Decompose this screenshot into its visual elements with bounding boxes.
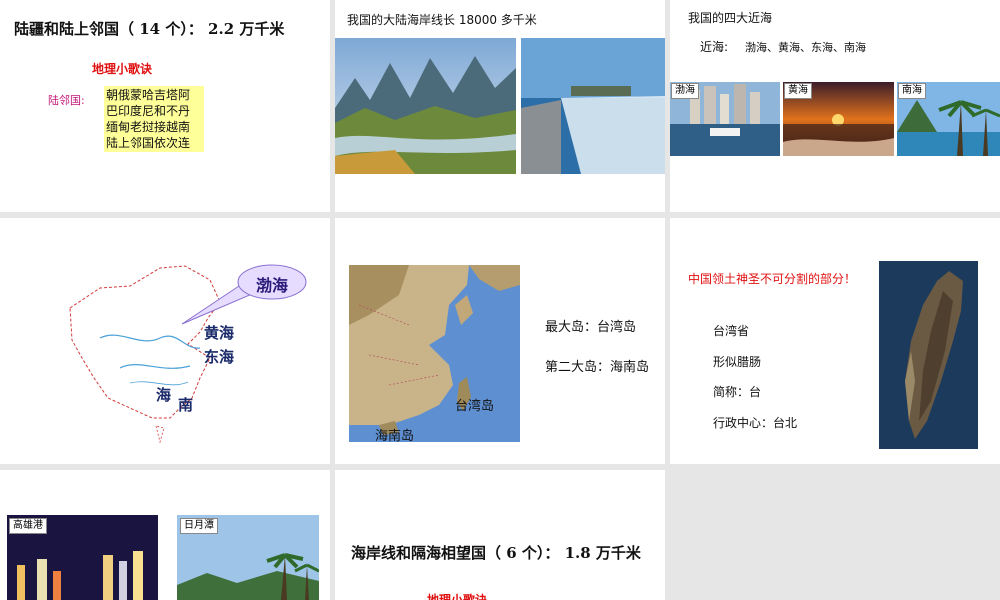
nanhai-label-part1: 海 bbox=[156, 386, 172, 404]
seas-list: 渤海、黄海、东海、南海 bbox=[745, 41, 866, 54]
rhyme-line: 陆上邻国依次连 bbox=[106, 136, 191, 150]
rhyme-title: 地理小歌诀 bbox=[92, 62, 153, 76]
empty-slot bbox=[670, 470, 1000, 600]
fact-item: 台湾省 bbox=[713, 324, 750, 338]
slide-sea-neighbors[interactable]: 海岸线和隔海相望国（ 6 个）： 1.8 万千米 地理小歌诀 bbox=[335, 470, 665, 600]
largest-island: 最大岛：台湾岛 bbox=[545, 320, 637, 335]
slide-land-border[interactable]: 陆疆和陆上邻国（ 14 个）： 2.2 万千米 地理小歌诀 陆邻国: 朝俄蒙哈吉… bbox=[0, 0, 330, 212]
fact-item: 简称：台 bbox=[713, 385, 762, 399]
taiwan-satellite-image bbox=[879, 261, 978, 449]
nanhai-label-part2: 南 bbox=[178, 396, 194, 414]
slide-title: 海岸线和隔海相望国（ 6 个）： 1.8 万千米 bbox=[351, 544, 641, 562]
fact-item: 形似腊肠 bbox=[713, 354, 762, 369]
photo-label: 黄海 bbox=[784, 83, 812, 99]
bohai-label: 渤海 bbox=[256, 276, 289, 295]
slide-title: 我国的大陆海岸线长 18000 多千米 bbox=[347, 13, 537, 27]
relief-map: 台湾岛 海南岛 bbox=[349, 265, 520, 442]
map-label-taiwan: 台湾岛 bbox=[455, 399, 495, 414]
rhyme-title: 地理小歌诀 bbox=[427, 593, 488, 600]
map-label-hainan: 海南岛 bbox=[375, 429, 415, 442]
donghai-label: 东海 bbox=[204, 348, 235, 366]
rhyme-line: 缅甸老挝接越南 bbox=[106, 120, 191, 134]
kaohsiung-harbor-photo: 高雄港 bbox=[7, 515, 158, 600]
coast-wave-photo bbox=[521, 38, 665, 174]
slide-title: 我国的四大近海 bbox=[688, 11, 773, 25]
second-island: 第二大岛：海南岛 bbox=[545, 360, 650, 375]
bohai-photo: 渤海 bbox=[670, 82, 780, 156]
fact-list: 台湾省 形似腊肠 简称：台 行政中心：台北 bbox=[713, 316, 797, 438]
photo-label: 南海 bbox=[898, 83, 926, 99]
slide-taiwan[interactable]: 中国领土神圣不可分割的部分！ 台湾省 形似腊肠 简称：台 行政中心：台北 bbox=[670, 218, 1000, 464]
sun-moon-lake-photo: 日月潭 bbox=[177, 515, 319, 600]
huanghai-label: 黄海 bbox=[204, 324, 235, 342]
headline: 中国领土神圣不可分割的部分！ bbox=[688, 272, 857, 286]
photo-label: 渤海 bbox=[671, 83, 699, 99]
nanhai-photo: 南海 bbox=[897, 82, 1000, 156]
rhyme-line: 朝俄蒙哈吉塔阿 bbox=[106, 88, 191, 102]
fact-item: 行政中心：台北 bbox=[713, 415, 798, 430]
rhyme-lines: 朝俄蒙哈吉塔阿 巴印度尼和不丹 缅甸老挝接越南 陆上邻国依次连 bbox=[104, 86, 204, 152]
huanghai-photo: 黄海 bbox=[783, 82, 894, 156]
neighbors-label: 陆邻国: bbox=[48, 94, 85, 107]
slide-four-seas[interactable]: 我国的四大近海 近海: 渤海、黄海、东海、南海 渤海 黄海 南海 bbox=[670, 0, 1000, 212]
karst-river-photo bbox=[335, 38, 516, 174]
slide-taiwan-photos[interactable]: 高雄港 日月潭 bbox=[0, 470, 330, 600]
rhyme-line: 巴印度尼和不丹 bbox=[106, 104, 191, 118]
photo-label: 日月潭 bbox=[180, 518, 218, 534]
slide-title: 陆疆和陆上邻国（ 14 个）： 2.2 万千米 bbox=[14, 20, 285, 38]
slide-islands[interactable]: 台湾岛 海南岛 最大岛：台湾岛 第二大岛：海南岛 bbox=[335, 218, 665, 464]
photo-label: 高雄港 bbox=[9, 518, 47, 534]
seas-label: 近海: bbox=[700, 40, 729, 54]
slide-coastline[interactable]: 我国的大陆海岸线长 18000 多千米 bbox=[335, 0, 665, 212]
slide-sea-map[interactable]: 渤海 黄海 东海 海 南 bbox=[0, 218, 330, 464]
